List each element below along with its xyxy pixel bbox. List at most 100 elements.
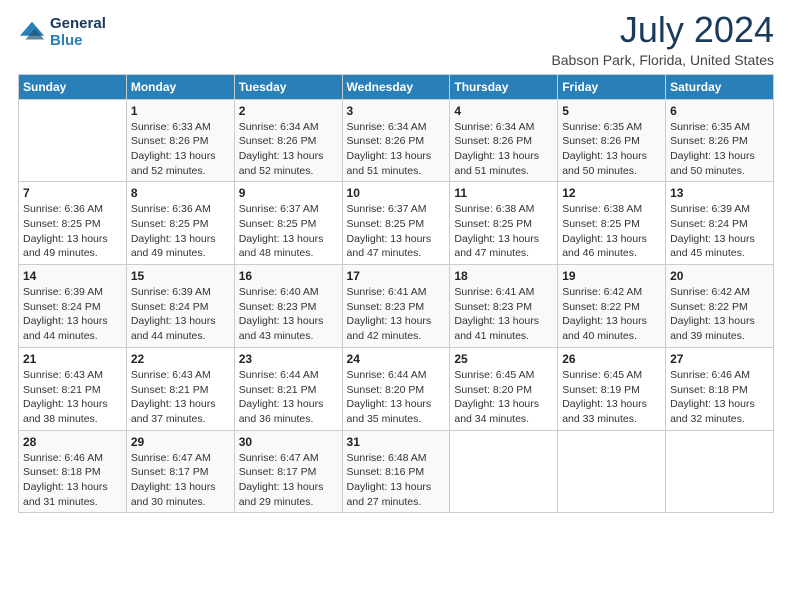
calendar-cell: 24Sunrise: 6:44 AMSunset: 8:20 PMDayligh…	[342, 347, 450, 430]
day-info: Sunrise: 6:41 AMSunset: 8:23 PMDaylight:…	[454, 285, 553, 344]
day-info: Sunrise: 6:45 AMSunset: 8:19 PMDaylight:…	[562, 368, 661, 427]
header-day-thursday: Thursday	[450, 74, 558, 99]
day-info: Sunrise: 6:39 AMSunset: 8:24 PMDaylight:…	[131, 285, 230, 344]
logo-general: General	[50, 16, 106, 33]
day-number: 10	[347, 186, 446, 200]
calendar-cell: 14 Sunrise: 6:39 AMSunset: 8:24 PMDayligh…	[19, 265, 127, 348]
day-number: 9	[239, 186, 338, 200]
logo-text: General Blue	[50, 16, 106, 49]
day-number: 1	[131, 104, 230, 118]
day-info: Sunrise: 6:48 AMSunset: 8:16 PMDaylight:…	[347, 451, 446, 510]
day-info: Sunrise: 6:35 AMSunset: 8:26 PMDaylight:…	[562, 120, 661, 179]
calendar-cell: 1 Sunrise: 6:33 AMSunset: 8:26 PMDaylight…	[126, 99, 234, 182]
title-location: Babson Park, Florida, United States	[551, 52, 774, 68]
day-number: 20	[670, 269, 769, 283]
day-number: 5	[562, 104, 661, 118]
day-number: 2	[239, 104, 338, 118]
week-row-3: 14 Sunrise: 6:39 AMSunset: 8:24 PMDayligh…	[19, 265, 774, 348]
calendar-cell	[558, 430, 666, 513]
calendar-cell: 7 Sunrise: 6:36 AMSunset: 8:25 PMDaylight…	[19, 182, 127, 265]
calendar-cell: 5 Sunrise: 6:35 AMSunset: 8:26 PMDaylight…	[558, 99, 666, 182]
calendar-cell: 12Sunrise: 6:38 AMSunset: 8:25 PMDayligh…	[558, 182, 666, 265]
day-info: Sunrise: 6:36 AMSunset: 8:25 PMDaylight:…	[131, 202, 230, 261]
calendar-cell: 31 Sunrise: 6:48 AMSunset: 8:16 PMDayligh…	[342, 430, 450, 513]
day-info: Sunrise: 6:40 AMSunset: 8:23 PMDaylight:…	[239, 285, 338, 344]
day-number: 11	[454, 186, 553, 200]
calendar-cell: 3Sunrise: 6:34 AMSunset: 8:26 PMDaylight…	[342, 99, 450, 182]
day-number: 14	[23, 269, 122, 283]
day-number: 18	[454, 269, 553, 283]
calendar-cell: 26 Sunrise: 6:45 AMSunset: 8:19 PMDayligh…	[558, 347, 666, 430]
header-day-saturday: Saturday	[666, 74, 774, 99]
calendar-cell: 17Sunrise: 6:41 AMSunset: 8:23 PMDayligh…	[342, 265, 450, 348]
logo: General Blue	[18, 16, 106, 49]
day-info: Sunrise: 6:35 AMSunset: 8:26 PMDaylight:…	[670, 120, 769, 179]
calendar-table: SundayMondayTuesdayWednesdayThursdayFrid…	[18, 74, 774, 514]
header: General Blue July 2024 Babson Park, Flor…	[18, 10, 774, 68]
week-row-1: 1 Sunrise: 6:33 AMSunset: 8:26 PMDaylight…	[19, 99, 774, 182]
logo-blue: Blue	[50, 33, 106, 50]
calendar-cell: 22 Sunrise: 6:43 AMSunset: 8:21 PMDayligh…	[126, 347, 234, 430]
title-block: July 2024 Babson Park, Florida, United S…	[551, 10, 774, 68]
header-day-friday: Friday	[558, 74, 666, 99]
day-number: 16	[239, 269, 338, 283]
day-info: Sunrise: 6:45 AMSunset: 8:20 PMDaylight:…	[454, 368, 553, 427]
calendar-cell: 9Sunrise: 6:37 AMSunset: 8:25 PMDaylight…	[234, 182, 342, 265]
day-info: Sunrise: 6:38 AMSunset: 8:25 PMDaylight:…	[454, 202, 553, 261]
page: General Blue July 2024 Babson Park, Flor…	[0, 0, 792, 612]
day-info: Sunrise: 6:33 AMSunset: 8:26 PMDaylight:…	[131, 120, 230, 179]
day-info: Sunrise: 6:36 AMSunset: 8:25 PMDaylight:…	[23, 202, 122, 261]
logo-icon	[18, 19, 46, 47]
day-number: 23	[239, 352, 338, 366]
day-number: 26	[562, 352, 661, 366]
day-info: Sunrise: 6:43 AMSunset: 8:21 PMDaylight:…	[23, 368, 122, 427]
day-number: 30	[239, 435, 338, 449]
day-number: 15	[131, 269, 230, 283]
calendar-cell: 25Sunrise: 6:45 AMSunset: 8:20 PMDayligh…	[450, 347, 558, 430]
calendar-cell: 6 Sunrise: 6:35 AMSunset: 8:26 PMDaylight…	[666, 99, 774, 182]
calendar-cell: 21Sunrise: 6:43 AMSunset: 8:21 PMDayligh…	[19, 347, 127, 430]
day-number: 19	[562, 269, 661, 283]
calendar-cell	[666, 430, 774, 513]
calendar-cell: 2 Sunrise: 6:34 AMSunset: 8:26 PMDaylight…	[234, 99, 342, 182]
day-number: 13	[670, 186, 769, 200]
day-number: 28	[23, 435, 122, 449]
day-number: 27	[670, 352, 769, 366]
calendar-cell: 16 Sunrise: 6:40 AMSunset: 8:23 PMDayligh…	[234, 265, 342, 348]
week-row-4: 21Sunrise: 6:43 AMSunset: 8:21 PMDayligh…	[19, 347, 774, 430]
day-number: 7	[23, 186, 122, 200]
day-number: 8	[131, 186, 230, 200]
day-number: 31	[347, 435, 446, 449]
day-info: Sunrise: 6:34 AMSunset: 8:26 PMDaylight:…	[239, 120, 338, 179]
day-info: Sunrise: 6:42 AMSunset: 8:22 PMDaylight:…	[670, 285, 769, 344]
day-info: Sunrise: 6:37 AMSunset: 8:25 PMDaylight:…	[347, 202, 446, 261]
calendar-cell: 18 Sunrise: 6:41 AMSunset: 8:23 PMDayligh…	[450, 265, 558, 348]
calendar-cell: 4 Sunrise: 6:34 AMSunset: 8:26 PMDaylight…	[450, 99, 558, 182]
day-info: Sunrise: 6:39 AMSunset: 8:24 PMDaylight:…	[23, 285, 122, 344]
day-number: 29	[131, 435, 230, 449]
header-day-wednesday: Wednesday	[342, 74, 450, 99]
calendar-cell: 8 Sunrise: 6:36 AMSunset: 8:25 PMDaylight…	[126, 182, 234, 265]
day-number: 22	[131, 352, 230, 366]
calendar-cell	[19, 99, 127, 182]
calendar-cell: 20 Sunrise: 6:42 AMSunset: 8:22 PMDayligh…	[666, 265, 774, 348]
day-info: Sunrise: 6:46 AMSunset: 8:18 PMDaylight:…	[670, 368, 769, 427]
day-number: 4	[454, 104, 553, 118]
calendar-cell: 11 Sunrise: 6:38 AMSunset: 8:25 PMDayligh…	[450, 182, 558, 265]
header-day-sunday: Sunday	[19, 74, 127, 99]
calendar-cell: 13Sunrise: 6:39 AMSunset: 8:24 PMDayligh…	[666, 182, 774, 265]
day-number: 12	[562, 186, 661, 200]
day-info: Sunrise: 6:43 AMSunset: 8:21 PMDaylight:…	[131, 368, 230, 427]
day-info: Sunrise: 6:41 AMSunset: 8:23 PMDaylight:…	[347, 285, 446, 344]
calendar-cell: 19Sunrise: 6:42 AMSunset: 8:22 PMDayligh…	[558, 265, 666, 348]
calendar-cell: 29Sunrise: 6:47 AMSunset: 8:17 PMDayligh…	[126, 430, 234, 513]
day-info: Sunrise: 6:34 AMSunset: 8:26 PMDaylight:…	[454, 120, 553, 179]
calendar-cell: 23Sunrise: 6:44 AMSunset: 8:21 PMDayligh…	[234, 347, 342, 430]
header-row: SundayMondayTuesdayWednesdayThursdayFrid…	[19, 74, 774, 99]
title-month: July 2024	[551, 10, 774, 50]
calendar-cell	[450, 430, 558, 513]
day-number: 6	[670, 104, 769, 118]
calendar-cell: 15 Sunrise: 6:39 AMSunset: 8:24 PMDayligh…	[126, 265, 234, 348]
calendar-cell: 10 Sunrise: 6:37 AMSunset: 8:25 PMDayligh…	[342, 182, 450, 265]
calendar-cell: 27 Sunrise: 6:46 AMSunset: 8:18 PMDayligh…	[666, 347, 774, 430]
